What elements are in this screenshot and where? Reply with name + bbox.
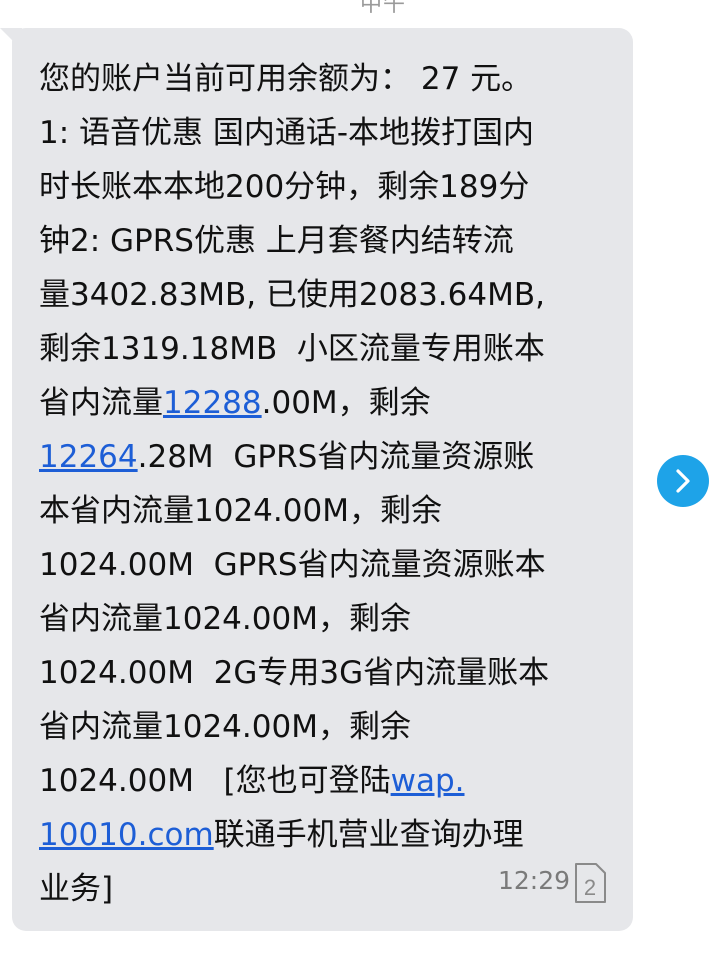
message-text-segment: 本省内流量1024.00M，剩余 (39, 493, 442, 529)
message-time: 12:29 (498, 866, 571, 895)
message-line: 钟2: GPRS优惠 上月套餐内结转流 (39, 214, 619, 268)
message-text-segment: 1024.00M GPRS省内流量资源账本 (39, 547, 546, 583)
message-line: 1024.00M 2G专用3G省内流量账本 (39, 646, 619, 700)
message-text-segment: 量3402.83MB, 已使用2083.64MB, (39, 277, 545, 313)
message-link[interactable]: 12288 (163, 385, 262, 421)
message-text-segment: 省内流量1024.00M，剩余 (39, 601, 411, 637)
message-line: 10010.com联通手机营业查询办理 (39, 808, 619, 862)
message-line: 省内流量1024.00M，剩余 (39, 700, 619, 754)
message-line: 剩余1319.18MB 小区流量专用账本 (39, 322, 619, 376)
message-link[interactable]: wap. (391, 763, 465, 799)
message-line: 1024.00M GPRS省内流量资源账本 (39, 538, 619, 592)
message-line: 1: 语音优惠 国内通话-本地拨打国内 (39, 106, 619, 160)
message-line: 时长账本本地200分钟，剩余189分 (39, 160, 619, 214)
message-text-segment: 剩余1319.18MB 小区流量专用账本 (39, 331, 545, 367)
message-line: 1024.00M [您也可登陆wap. (39, 754, 619, 808)
message-text-segment: 省内流量1024.00M，剩余 (39, 709, 411, 745)
message-text-segment: 联通手机营业查询办理 (213, 817, 524, 853)
message-link[interactable]: 10010.com (39, 817, 214, 853)
message-text-segment: 省内流量 (39, 385, 163, 421)
message-line: 省内流量1024.00M，剩余 (39, 592, 619, 646)
message-line: 本省内流量1024.00M，剩余 (39, 484, 619, 538)
message-text-segment: 业务] (39, 871, 114, 907)
message-text: 您的账户当前可用余额为： 27 元。 1: 语音优惠 国内通话-本地拨打国内 时长账… (39, 52, 619, 916)
message-text-segment: 1024.00M 2G专用3G省内流量账本 (39, 655, 550, 691)
sim-card-icon: 2 (575, 863, 606, 903)
message-text-segment: .00M，剩余 (261, 385, 431, 421)
message-line: 12264.28M GPRS省内流量资源账 (39, 430, 619, 484)
message-line: 您的账户当前可用余额为： 27 元。 (39, 52, 619, 106)
chevron-right-icon (676, 469, 690, 493)
message-text-segment: .28M GPRS省内流量资源账 (137, 439, 535, 475)
forward-button[interactable] (657, 455, 709, 507)
message-line: 量3402.83MB, 已使用2083.64MB, (39, 268, 619, 322)
sim-slot-number: 2 (584, 875, 596, 900)
message-text-segment: 1: 语音优惠 国内通话-本地拨打国内 (39, 115, 535, 151)
message-text-segment: 1024.00M [您也可登陆 (39, 763, 391, 799)
message-text-segment: 钟2: GPRS优惠 上月套餐内结转流 (39, 223, 514, 259)
message-line: 省内流量12288.00M，剩余 (39, 376, 619, 430)
message-text-segment: 您的账户当前可用余额为： 27 元。 (39, 61, 533, 97)
message-text-segment: 时长账本本地200分钟，剩余189分 (39, 169, 530, 205)
message-link[interactable]: 12264 (39, 439, 138, 475)
previous-timestamp-fragment: 中午 (360, 0, 407, 17)
